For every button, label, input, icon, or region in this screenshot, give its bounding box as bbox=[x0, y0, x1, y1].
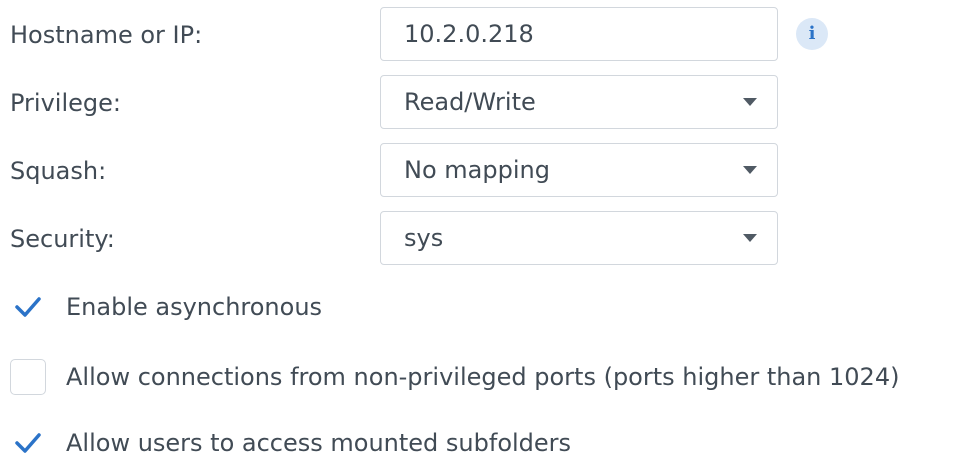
info-icon[interactable]: i bbox=[796, 18, 828, 50]
security-label: Security: bbox=[10, 225, 115, 253]
privilege-value: Read/Write bbox=[404, 88, 536, 116]
checkmark-icon bbox=[15, 433, 41, 453]
chevron-down-icon bbox=[743, 234, 757, 242]
nfs-rule-form: { "form": { "hostname": { "label": "Host… bbox=[0, 0, 979, 459]
squash-select[interactable]: No mapping bbox=[380, 143, 778, 197]
subfolders-checkbox[interactable] bbox=[10, 425, 46, 461]
hostname-input[interactable]: 10.2.0.218 bbox=[380, 7, 778, 61]
nonpriv-ports-label: Allow connections from non-privileged po… bbox=[66, 363, 900, 391]
nonpriv-ports-checkbox[interactable] bbox=[10, 359, 46, 395]
security-select[interactable]: sys bbox=[380, 211, 778, 265]
chevron-down-icon bbox=[743, 98, 757, 106]
checkmark-icon bbox=[15, 297, 41, 317]
security-value: sys bbox=[404, 224, 444, 252]
chevron-down-icon bbox=[743, 166, 757, 174]
async-checkbox[interactable] bbox=[10, 289, 46, 325]
hostname-label: Hostname or IP: bbox=[10, 21, 203, 49]
async-label: Enable asynchronous bbox=[66, 293, 323, 321]
privilege-select[interactable]: Read/Write bbox=[380, 75, 778, 129]
subfolders-label: Allow users to access mounted subfolders bbox=[66, 429, 572, 457]
privilege-label: Privilege: bbox=[10, 89, 121, 117]
hostname-value: 10.2.0.218 bbox=[404, 20, 534, 48]
squash-value: No mapping bbox=[404, 156, 550, 184]
squash-label: Squash: bbox=[10, 157, 107, 185]
